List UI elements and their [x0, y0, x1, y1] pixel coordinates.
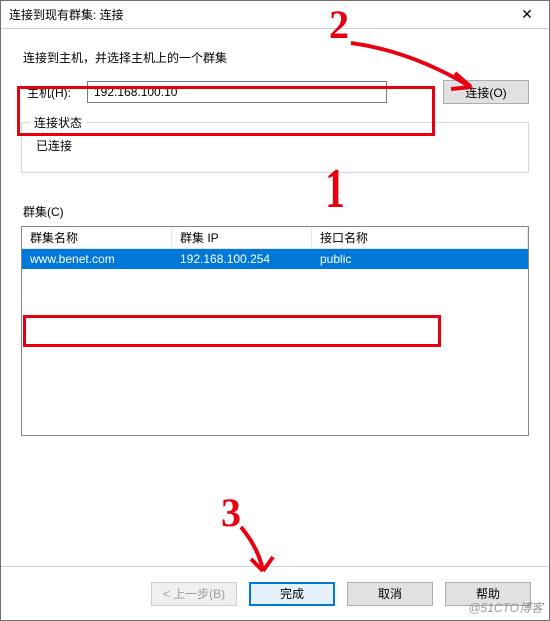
column-header-ip[interactable]: 群集 IP — [172, 226, 312, 249]
host-label: 主机(H): — [21, 84, 79, 101]
cell-cluster-iface: public — [312, 250, 528, 268]
cell-cluster-name: www.benet.com — [22, 250, 172, 268]
dialog-content: 连接到主机，并选择主机上的一个群集 主机(H): 连接(O) 连接状态 已连接 … — [1, 29, 549, 566]
close-button[interactable]: ✕ — [505, 1, 549, 28]
close-icon: ✕ — [521, 6, 533, 23]
cancel-button[interactable]: 取消 — [347, 582, 433, 606]
instruction-text: 连接到主机，并选择主机上的一个群集 — [23, 49, 529, 66]
clusters-label: 群集(C) — [23, 203, 529, 220]
titlebar: 连接到现有群集: 连接 ✕ — [1, 1, 549, 29]
prev-button: < 上一步(B) — [151, 582, 237, 606]
finish-button[interactable]: 完成 — [249, 582, 335, 606]
cell-cluster-ip: 192.168.100.254 — [172, 250, 312, 268]
host-input[interactable] — [87, 81, 387, 103]
clusters-listview[interactable]: 群集名称 群集 IP 接口名称 www.benet.com 192.168.10… — [21, 226, 529, 436]
connection-status-legend: 连接状态 — [30, 114, 86, 131]
connection-status-groupbox: 连接状态 已连接 — [21, 122, 529, 173]
dialog-footer: < 上一步(B) 完成 取消 帮助 — [1, 566, 549, 620]
column-header-name[interactable]: 群集名称 — [22, 226, 172, 249]
connect-button[interactable]: 连接(O) — [443, 80, 529, 104]
host-row: 主机(H): 连接(O) — [21, 80, 529, 104]
connection-status-text: 已连接 — [34, 133, 516, 158]
column-header-iface[interactable]: 接口名称 — [312, 226, 528, 249]
help-button[interactable]: 帮助 — [445, 582, 531, 606]
table-row[interactable]: www.benet.com 192.168.100.254 public — [22, 249, 528, 269]
dialog-window: 连接到现有群集: 连接 ✕ 连接到主机，并选择主机上的一个群集 主机(H): 连… — [0, 0, 550, 621]
window-title: 连接到现有群集: 连接 — [9, 6, 124, 23]
listview-header: 群集名称 群集 IP 接口名称 — [22, 227, 528, 249]
